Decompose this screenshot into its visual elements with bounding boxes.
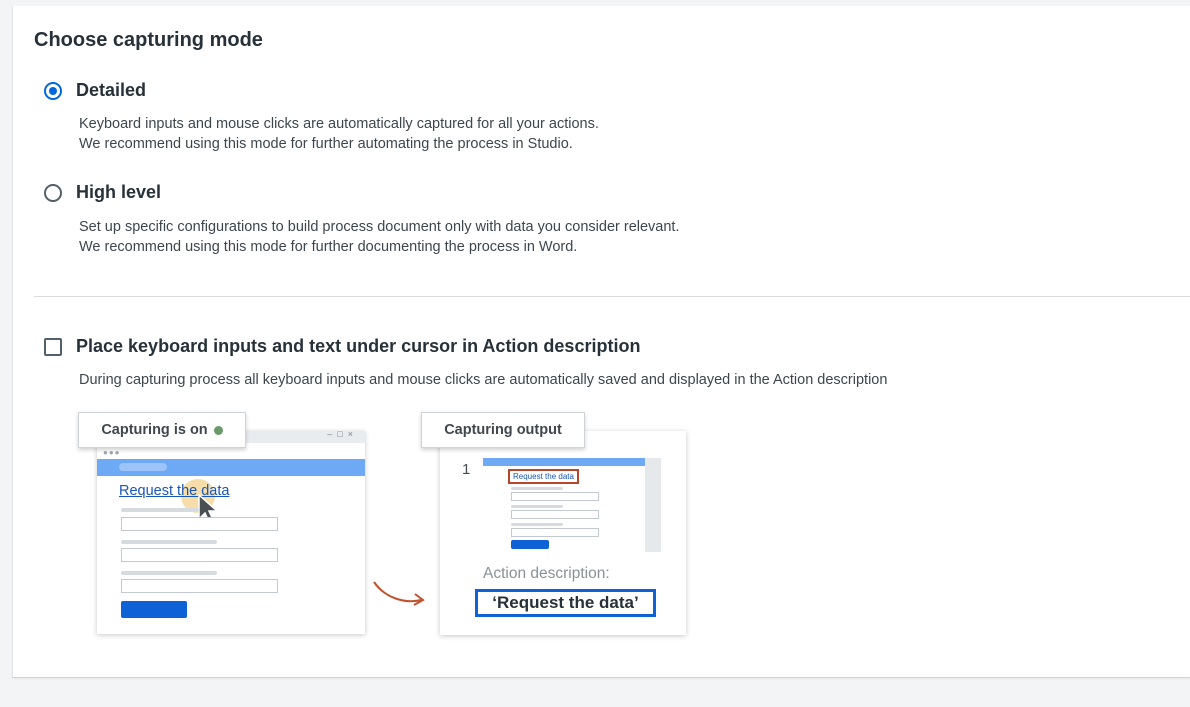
high-level-radio[interactable] bbox=[44, 183, 62, 202]
high-level-label[interactable]: High level bbox=[76, 182, 161, 203]
form-label-bar-2 bbox=[121, 540, 217, 544]
capturing-on-tag: Capturing is on bbox=[78, 412, 246, 448]
form-field-2 bbox=[121, 548, 278, 562]
thumb-button bbox=[511, 540, 549, 549]
detailed-label[interactable]: Detailed bbox=[76, 80, 146, 101]
thumbnail-page: Request the data bbox=[483, 458, 645, 552]
window-controls-icon: – □ × bbox=[327, 429, 353, 439]
thumb-bar-3 bbox=[511, 523, 563, 526]
form-submit-button-mock bbox=[121, 601, 187, 618]
output-mock-window: 1 Request the data Action description: ‘… bbox=[440, 431, 686, 635]
option-keyboard-inputs[interactable]: Place keyboard inputs and text under cur… bbox=[44, 336, 640, 357]
thumb-field-2 bbox=[511, 510, 599, 519]
keyboard-inputs-checkbox[interactable] bbox=[44, 337, 62, 356]
action-description-label: Action description: bbox=[483, 565, 610, 582]
browser-header-pill bbox=[119, 463, 167, 471]
form-label-bar-1 bbox=[121, 508, 199, 512]
high-level-description-line-1: Set up specific configurations to build … bbox=[79, 219, 680, 235]
keyboard-inputs-description: During capturing process all keyboard in… bbox=[79, 372, 888, 388]
keyboard-inputs-label[interactable]: Place keyboard inputs and text under cur… bbox=[76, 336, 640, 357]
action-description-value: ‘Request the data’ bbox=[475, 589, 656, 617]
thumb-field-3 bbox=[511, 528, 599, 537]
capturing-mode-panel: Choose capturing mode Detailed Keyboard … bbox=[12, 6, 1190, 678]
option-detailed[interactable]: Detailed bbox=[44, 80, 146, 101]
capturing-output-tag: Capturing output bbox=[421, 412, 585, 448]
detailed-description-line-1: Keyboard inputs and mouse clicks are aut… bbox=[79, 116, 599, 132]
browser-header-bar bbox=[97, 459, 365, 476]
high-level-description: Set up specific configurations to build … bbox=[79, 217, 679, 257]
form-label-bar-3 bbox=[121, 571, 217, 575]
thumbnail-header bbox=[483, 458, 645, 466]
high-level-description-line-2: We recommend using this mode for further… bbox=[79, 239, 578, 255]
browser-mock-window: – □ × ●●● Request the data bbox=[97, 429, 365, 634]
option-high-level[interactable]: High level bbox=[44, 182, 161, 203]
detailed-description-line-2: We recommend using this mode for further… bbox=[79, 136, 573, 152]
detailed-radio[interactable] bbox=[44, 81, 62, 100]
status-dot-icon bbox=[213, 425, 223, 435]
form-field-1 bbox=[121, 517, 278, 531]
thumb-field-1 bbox=[511, 492, 599, 501]
step-number: 1 bbox=[462, 461, 471, 478]
detailed-description: Keyboard inputs and mouse clicks are aut… bbox=[79, 114, 599, 154]
thumb-bar-2 bbox=[511, 505, 563, 508]
section-title: Choose capturing mode bbox=[34, 29, 263, 51]
capturing-output-text: Capturing output bbox=[444, 422, 562, 438]
thumbnail-frame: Request the data bbox=[483, 458, 661, 552]
form-field-3 bbox=[121, 579, 278, 593]
capturing-on-text: Capturing is on bbox=[101, 422, 208, 438]
thumbnail-highlighted-link: Request the data bbox=[508, 469, 579, 484]
browser-dots-icon: ●●● bbox=[103, 448, 121, 457]
arrow-right-icon bbox=[373, 581, 425, 606]
section-divider bbox=[34, 296, 1190, 297]
thumb-bar-1 bbox=[511, 487, 563, 490]
